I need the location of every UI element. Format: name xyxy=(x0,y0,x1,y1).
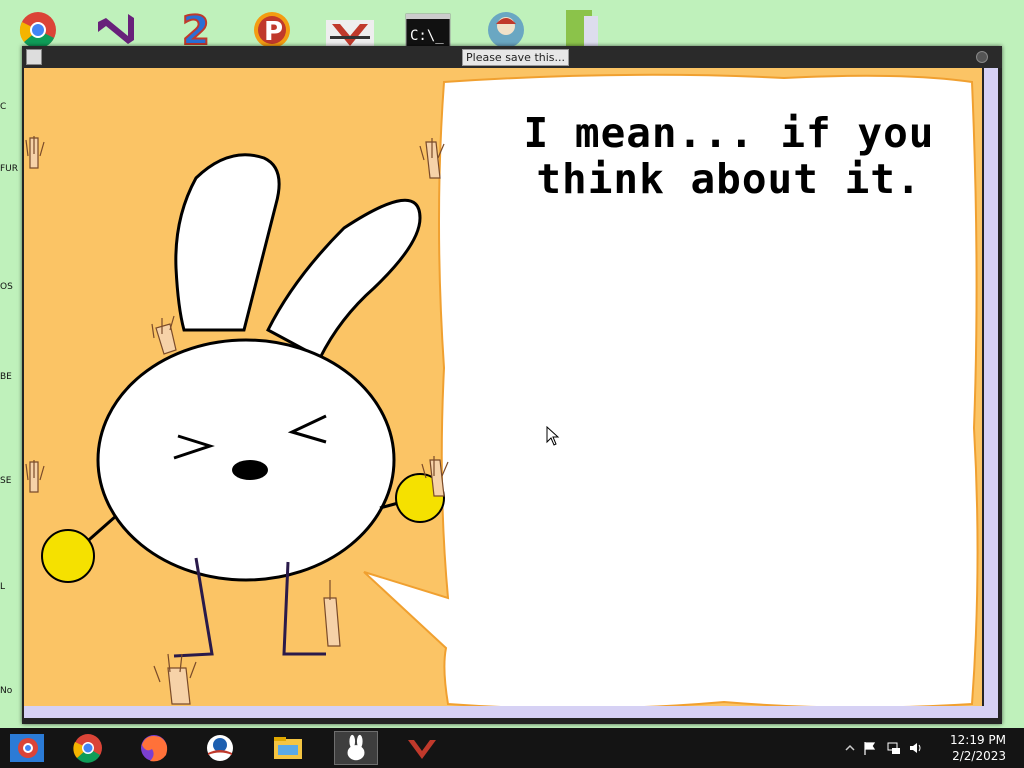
taskbar: 12:19 PM 2/2/2023 xyxy=(0,728,1024,768)
firefox-icon[interactable] xyxy=(132,731,176,765)
clock-time: 12:19 PM xyxy=(950,733,1006,747)
volume-icon[interactable] xyxy=(908,740,924,756)
desktop-icon-label: C xyxy=(0,102,7,112)
bunny-app-icon[interactable] xyxy=(334,731,378,765)
globe-app-icon[interactable] xyxy=(482,6,530,48)
waving-hand xyxy=(25,136,45,169)
bunny-right-ear xyxy=(266,198,422,361)
waving-hand xyxy=(25,460,45,493)
chrome-icon[interactable] xyxy=(14,6,62,48)
window-titlebar[interactable]: Please save this... xyxy=(22,46,1002,68)
desktop-icon-label: FUR xyxy=(0,164,19,174)
chrome-icon[interactable] xyxy=(66,731,110,765)
taskbar-clock[interactable]: 12:19 PM 2/2/2023 xyxy=(950,732,1006,764)
red-v-app-icon[interactable] xyxy=(326,6,374,48)
window-close-button[interactable] xyxy=(976,51,988,63)
chrome-beta-icon[interactable] xyxy=(6,731,50,765)
svg-text:2: 2 xyxy=(182,8,210,48)
window-app-icon xyxy=(26,49,42,65)
window-title: Please save this... xyxy=(462,49,569,66)
window-bottom-strip xyxy=(24,706,998,718)
desktop-icon-label: SE xyxy=(0,476,12,486)
network-icon[interactable] xyxy=(886,740,902,756)
desktop-left-icon[interactable]: L xyxy=(0,536,22,592)
visual-studio-icon[interactable] xyxy=(92,6,140,48)
desktop-icon-label: OS xyxy=(0,282,13,292)
bunny-left-hand xyxy=(41,529,95,583)
waving-hand xyxy=(323,580,341,647)
svg-text:P: P xyxy=(264,17,283,47)
desktop-left-icon[interactable]: C xyxy=(0,56,22,112)
window-right-strip xyxy=(984,68,998,716)
bunny-mouth xyxy=(232,460,268,480)
red-v-app-icon[interactable] xyxy=(400,731,444,765)
system-tray: 12:19 PM 2/2/2023 xyxy=(834,728,1024,768)
desktop-left-icon[interactable]: FUR xyxy=(0,118,22,174)
p-app-icon[interactable]: P xyxy=(248,6,296,48)
desktop-icon-label: L xyxy=(0,582,6,592)
command-prompt-icon[interactable]: C:\_ xyxy=(404,6,452,48)
desktop-icon-label: BE xyxy=(0,372,12,382)
desktop-icon-label: No xyxy=(0,686,13,696)
document-app-icon[interactable] xyxy=(560,6,608,48)
waving-hand xyxy=(153,653,197,705)
clock-date: 2/2/2023 xyxy=(952,749,1006,763)
obama-logo-icon[interactable] xyxy=(198,731,242,765)
svg-text:C:\_: C:\_ xyxy=(410,28,444,44)
bunny-body xyxy=(96,338,396,582)
desktop-left-icon[interactable]: BE xyxy=(0,326,22,382)
mouse-cursor-icon xyxy=(546,426,560,446)
desktop-left-icon[interactable]: SE xyxy=(0,430,22,486)
desktop-left-icon[interactable]: OS xyxy=(0,236,22,292)
waving-hand xyxy=(151,315,177,355)
chevron-up-icon[interactable] xyxy=(842,740,858,756)
app-2-icon[interactable]: 2 xyxy=(172,6,220,48)
app-window: Please save this... I mean... if you thi… xyxy=(22,46,1002,724)
flag-icon[interactable] xyxy=(862,740,878,756)
bunny-left-ear xyxy=(174,153,281,332)
scene-canvas: I mean... if you think about it. xyxy=(24,68,982,716)
speech-bubble-text: I mean... if you think about it. xyxy=(523,109,935,203)
desktop-left-icon[interactable]: No xyxy=(0,640,22,696)
file-explorer-icon[interactable] xyxy=(266,731,310,765)
